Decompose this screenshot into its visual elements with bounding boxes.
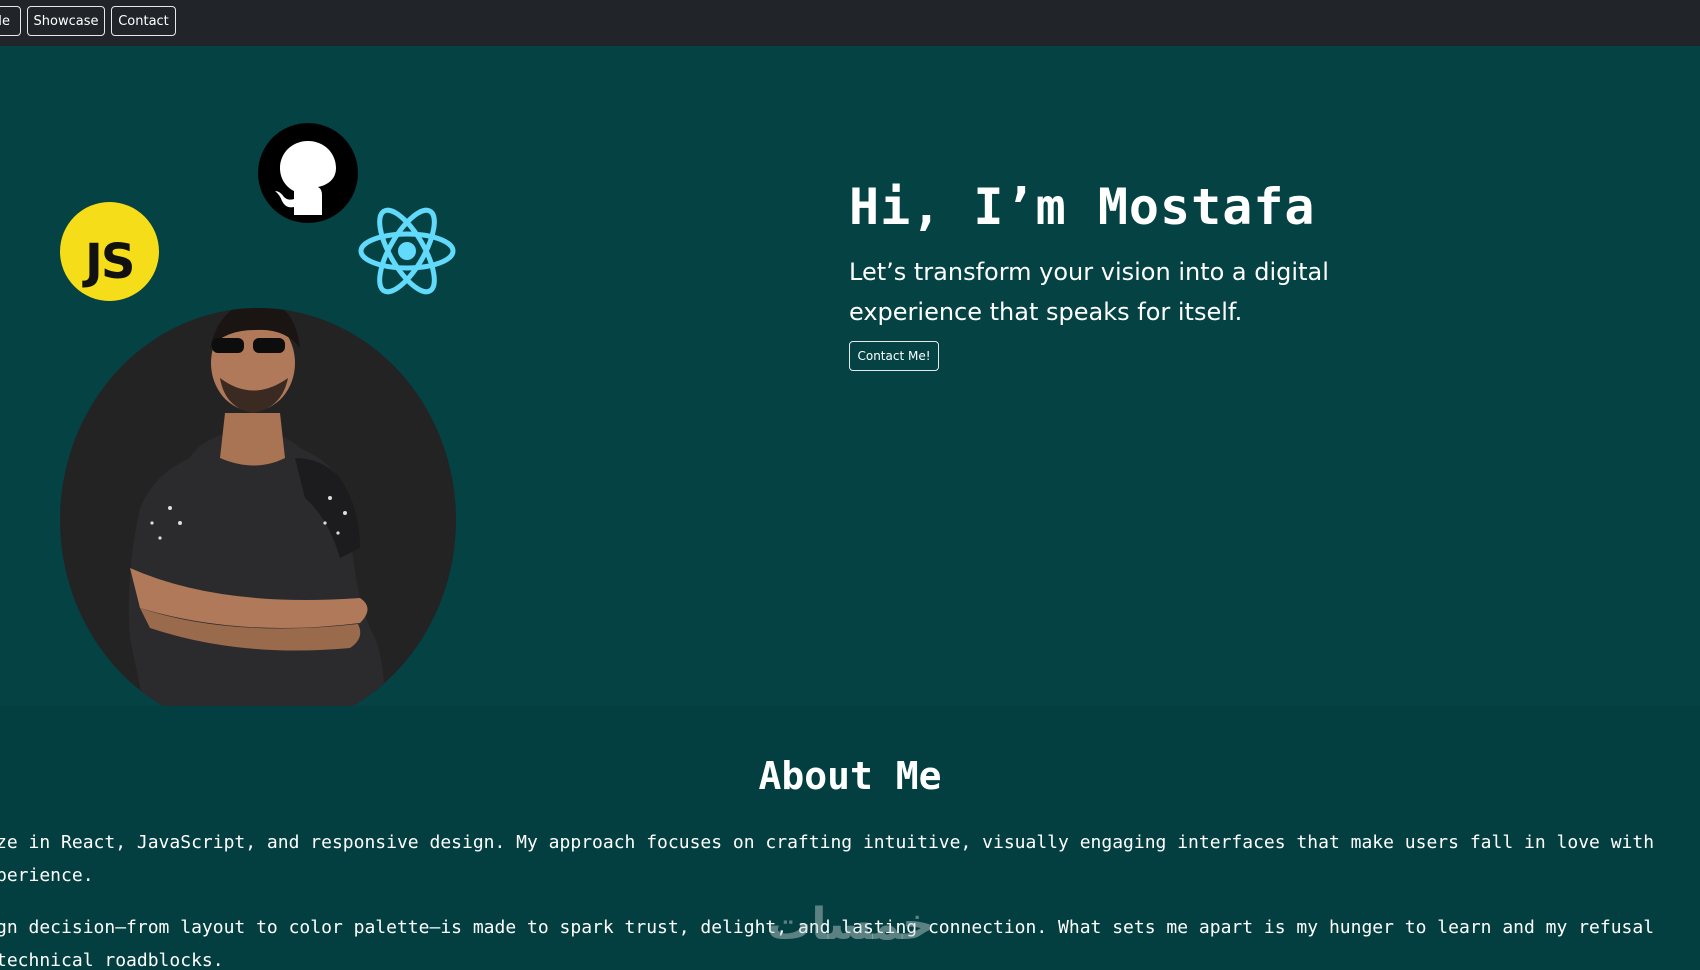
javascript-icon: JS bbox=[60, 202, 159, 301]
contact-me-button[interactable]: Contact Me! bbox=[849, 341, 939, 371]
github-icon bbox=[258, 123, 358, 223]
about-paragraph-1: ze in React, JavaScript, and responsive … bbox=[0, 826, 1654, 892]
about-paragraph-1-line-1: ze in React, JavaScript, and responsive … bbox=[0, 832, 1655, 853]
hero-title: Hi, I’m Mostafa bbox=[849, 178, 1316, 236]
person-illustration bbox=[128, 308, 384, 732]
nav-contact-button[interactable]: Contact bbox=[111, 6, 176, 36]
react-icon bbox=[357, 206, 457, 296]
hero-subtitle: Let’s transform your vision into a digit… bbox=[849, 258, 1329, 326]
about-paragraph-1-line-2: perience. bbox=[0, 865, 94, 886]
site-watermark: خمسات bbox=[767, 899, 934, 950]
github-octocat bbox=[275, 141, 336, 215]
top-navbar: Me Showcase Contact bbox=[0, 0, 1700, 46]
nav-showcase-button[interactable]: Showcase bbox=[27, 6, 105, 36]
profile-photo bbox=[60, 308, 456, 732]
nav-about-me-button[interactable]: Me bbox=[0, 6, 21, 36]
about-title: About Me bbox=[758, 754, 942, 798]
javascript-icon-label: JS bbox=[85, 234, 135, 290]
